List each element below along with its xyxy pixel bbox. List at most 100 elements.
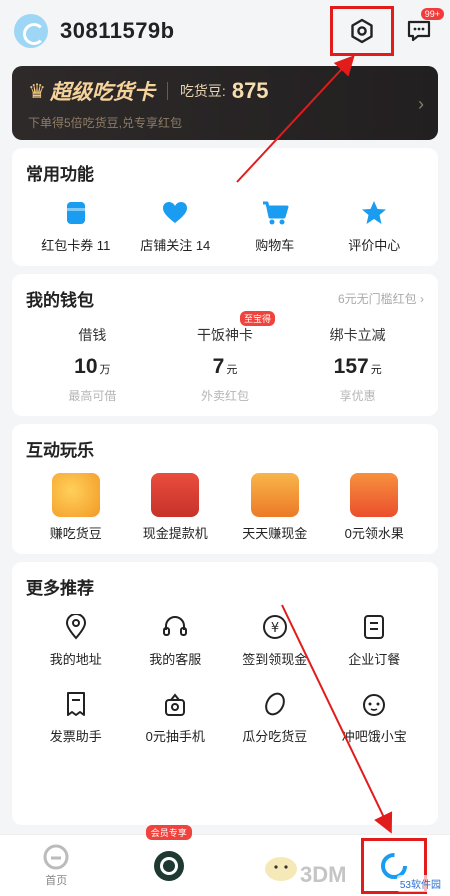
more-item-label: 我的客服 (149, 652, 202, 667)
message-icon (407, 20, 431, 42)
fun-item-label: 0元领水果 (344, 526, 404, 541)
watermark-3dm: 3DM (300, 862, 347, 887)
common-functions-title: 常用功能 (26, 165, 94, 184)
nav-member[interactable]: 会员专享 (113, 825, 226, 896)
more-item-label: 签到领现金 (242, 652, 308, 667)
coins-icon (51, 473, 100, 517)
more-item-mascot[interactable]: 冲吧饿小宝 (325, 688, 425, 745)
more-item-label: 发票助手 (49, 729, 102, 744)
more-item-phone-draw[interactable]: 0元抽手机 (126, 688, 226, 745)
chevron-right-icon: › (420, 292, 424, 306)
more-item-share-beans[interactable]: 瓜分吃货豆 (225, 688, 325, 745)
wallet-item-label: 绑卡立减 (329, 327, 386, 343)
promo-tag: 会员专享 (145, 825, 192, 840)
wallet-title: 我的钱包 (26, 291, 94, 310)
crown-icon: ♛ (28, 80, 46, 103)
wallet-item-desc: 最高可借 (68, 389, 117, 403)
watermark: 53软件园 (396, 875, 444, 892)
wallet-link-text: 6元无门槛红包 (337, 292, 417, 306)
common-functions-card: 常用功能 红包卡券 11 店铺关注 14 购物车 评价中心 (12, 148, 438, 266)
fun-item-fruit[interactable]: 0元领水果 (325, 473, 425, 542)
more-item-invoice[interactable]: 发票助手 (26, 688, 126, 745)
wallet-item-value: 7 (212, 355, 225, 378)
more-item-label: 瓜分吃货豆 (242, 729, 308, 744)
heart-icon (159, 197, 191, 229)
vip-card[interactable]: ♛ 超级吃货卡 吃货豆: 875 下单得5倍吃货豆,兑专享红包 › (12, 66, 438, 140)
wallet-item-value: 10 (74, 355, 98, 378)
common-item-label: 购物车 (255, 238, 295, 253)
wallet-item-desc: 外卖红包 (200, 389, 249, 403)
chevron-right-icon: › (418, 94, 424, 114)
message-button[interactable]: 99+ (402, 8, 444, 48)
more-item-checkin[interactable]: ¥ 签到领现金 (225, 611, 325, 668)
headset-icon (159, 611, 191, 643)
bean-icon (259, 688, 291, 720)
more-title: 更多推荐 (26, 579, 94, 598)
message-badge: 99+ (420, 8, 444, 20)
wallet-item-loan[interactable]: 借钱 10 万 最高可借 (26, 325, 159, 404)
wallet-card: 我的钱包 6元无门槛红包 › 借钱 10 万 最高可借 干饭神卡 至宝得 7元 外卖… (12, 274, 438, 416)
wallet-item-label: 借钱 (78, 327, 107, 343)
document-icon (358, 611, 390, 643)
wallet-item-bind-card[interactable]: 绑卡立减 157 元 享优惠 (291, 325, 424, 404)
wallet-item-label: 干饭神卡 (196, 327, 253, 343)
wallet-item-desc: 享优惠 (339, 389, 376, 403)
wallet-item-card[interactable]: 干饭神卡 至宝得 7元 外卖红包 (159, 311, 292, 404)
fun-item-label: 现金提款机 (142, 526, 208, 541)
yen-icon: ¥ (259, 611, 291, 643)
vip-coin-label: 吃货豆: (179, 83, 226, 99)
more-item-label: 我的地址 (49, 652, 102, 667)
wallet-icon (60, 197, 92, 229)
bottom-nav: 首页 会员专享 (0, 825, 450, 896)
fun-title: 互动玩乐 (26, 441, 94, 460)
fun-item-label: 赚吃货豆 (49, 526, 102, 541)
common-item-label: 红包卡券 11 (41, 238, 111, 253)
mascot-icon (265, 856, 298, 881)
vip-title: 超级吃货卡 (49, 81, 155, 104)
invoice-icon (60, 688, 92, 720)
settings-icon (351, 18, 373, 44)
fun-item-atm[interactable]: 现金提款机 (126, 473, 226, 542)
svg-text:¥: ¥ (271, 621, 279, 636)
home-icon (43, 844, 69, 869)
starbucks-logo-icon (153, 850, 184, 881)
common-item-reviews[interactable]: 评价中心 (325, 197, 425, 254)
common-item-coupons[interactable]: 红包卡券 11 (26, 197, 126, 254)
avatar[interactable] (14, 14, 48, 48)
vip-subtitle: 下单得5倍吃货豆,兑专享红包 (28, 116, 183, 130)
vip-coin-value: 875 (231, 78, 269, 103)
wallet-link[interactable]: 6元无门槛红包 › (338, 290, 424, 307)
fun-item-beans[interactable]: 赚吃货豆 (26, 473, 126, 542)
more-item-label: 企业订餐 (348, 652, 401, 667)
common-item-label: 店铺关注 14 (140, 238, 211, 253)
atm-icon (151, 473, 200, 517)
fun-item-label: 天天赚现金 (242, 526, 308, 541)
more-card: 更多推荐 我的地址 我的客服 ¥ 签到领现金 企业订餐 发票助手 0元抽手机 瓜… (12, 562, 438, 825)
more-item-address[interactable]: 我的地址 (26, 611, 126, 668)
vip-divider (166, 82, 168, 100)
more-item-service[interactable]: 我的客服 (126, 611, 226, 668)
settings-button[interactable] (330, 6, 394, 56)
wallet-item-unit: 元 (226, 364, 238, 376)
location-icon (60, 611, 92, 643)
common-item-follow[interactable]: 店铺关注 14 (126, 197, 226, 254)
fun-item-cash[interactable]: 天天赚现金 (225, 473, 325, 542)
wallet-item-unit: 元 (370, 364, 382, 376)
gift-icon (159, 688, 191, 720)
more-item-label: 冲吧饿小宝 (341, 729, 407, 744)
username[interactable]: 30811579b (60, 18, 175, 44)
mascot-icon (358, 688, 390, 720)
wallet-item-value: 157 (333, 355, 369, 378)
header: 30811579b 99+ (0, 0, 450, 62)
more-item-enterprise[interactable]: 企业订餐 (325, 611, 425, 668)
more-item-label: 0元抽手机 (145, 729, 205, 744)
common-item-cart[interactable]: 购物车 (225, 197, 325, 254)
cart-icon (259, 197, 291, 229)
wallet-item-unit: 万 (99, 364, 111, 376)
nav-home[interactable]: 首页 (0, 835, 113, 896)
star-icon (358, 197, 390, 229)
fun-card: 互动玩乐 赚吃货豆 现金提款机 天天赚现金 0元领水果 (12, 424, 438, 554)
cash-icon (250, 473, 299, 517)
nav-home-label: 首页 (45, 874, 68, 887)
wallet-item-tag: 至宝得 (239, 311, 275, 326)
